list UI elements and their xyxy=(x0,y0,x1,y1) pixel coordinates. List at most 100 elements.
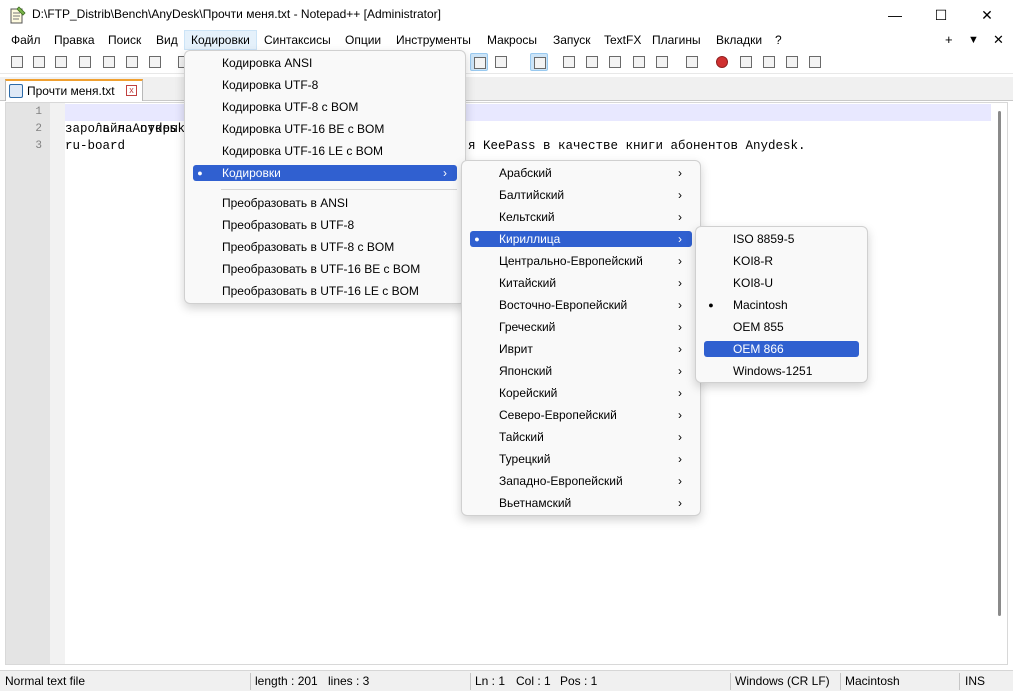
charset-item-вьетнамский[interactable]: Вьетнамский › xyxy=(470,495,692,511)
minimize-button[interactable]: — xyxy=(872,0,918,30)
close-all-icon[interactable] xyxy=(123,53,141,71)
close-document-icon[interactable]: ✕ xyxy=(993,30,1004,50)
menu-синтаксисы[interactable]: Синтаксисы xyxy=(258,30,337,50)
charset-item-арабский-label: Арабский xyxy=(499,166,552,180)
cyrillic-item-oem-866[interactable]: OEM 866 xyxy=(704,341,859,357)
close-icon[interactable] xyxy=(100,53,118,71)
new-file-icon[interactable] xyxy=(8,53,26,71)
play-macro-icon[interactable] xyxy=(760,53,778,71)
tab-close-icon[interactable]: x xyxy=(126,85,137,96)
encoding-item-5[interactable]: ● Кодировки › xyxy=(193,165,457,181)
menu-[interactable]: ? xyxy=(769,30,788,50)
radio-bullet-icon: ● xyxy=(708,300,714,310)
maximize-button[interactable]: ☐ xyxy=(918,0,964,30)
charset-item-греческий[interactable]: Греческий › xyxy=(470,319,692,335)
menu-макросы[interactable]: Макросы xyxy=(481,30,543,50)
menu-файл[interactable]: Файл xyxy=(5,30,47,50)
monitoring-icon[interactable] xyxy=(630,53,648,71)
vertical-scrollbar[interactable] xyxy=(998,111,1001,616)
menu-плагины[interactable]: Плагины xyxy=(646,30,707,50)
print-icon[interactable] xyxy=(146,53,164,71)
charset-item-северо-европейский[interactable]: Северо-Европейский › xyxy=(470,407,692,423)
doc-map-icon[interactable] xyxy=(560,53,578,71)
encoding-menu: Кодировка ANSI Кодировка UTF-8 Кодировка U… xyxy=(184,50,466,304)
convert-item-2[interactable]: Преобразовать в UTF-8 с BOM xyxy=(193,239,457,255)
convert-item-3[interactable]: Преобразовать в UTF-16 BE с BOM xyxy=(193,261,457,277)
menu-поиск[interactable]: Поиск xyxy=(102,30,147,50)
menu-bar: Файл Правка Поиск Вид Кодировки Синтаксисы Опц… xyxy=(0,30,1013,50)
encoding-item-0[interactable]: Кодировка ANSI xyxy=(193,55,457,71)
tab-bar: Прочти меня.txt x xyxy=(0,77,1013,101)
menu-вкладки[interactable]: Вкладки xyxy=(710,30,768,50)
spell-check-icon[interactable] xyxy=(683,53,701,71)
charset-item-кириллица[interactable]: ● Кириллица › xyxy=(470,231,692,247)
charset-item-японский[interactable]: Японский › xyxy=(470,363,692,379)
encoding-item-3[interactable]: Кодировка UTF-16 BE с BOM xyxy=(193,121,457,137)
charset-item-балтийский[interactable]: Балтийский › xyxy=(470,187,692,203)
charset-item-корейский[interactable]: Корейский › xyxy=(470,385,692,401)
save-icon[interactable] xyxy=(52,53,70,71)
tab-list-icon[interactable]: ▼ xyxy=(968,30,979,50)
charset-item-арабский[interactable]: Арабский › xyxy=(470,165,692,181)
convert-item-0[interactable]: Преобразовать в ANSI xyxy=(193,195,457,211)
encoding-item-3-label: Кодировка UTF-16 BE с BOM xyxy=(222,122,385,136)
status-encoding[interactable]: Macintosh xyxy=(845,671,900,691)
convert-item-4[interactable]: Преобразовать в UTF-16 LE с BOM xyxy=(193,283,457,299)
charset-item-восточно-европейский[interactable]: Восточно-Европейский › xyxy=(470,297,692,313)
word-wrap-icon[interactable] xyxy=(470,53,488,71)
cyrillic-item-koi8-u[interactable]: KOI8-U xyxy=(704,275,859,291)
close-button[interactable]: ✕ xyxy=(964,0,1010,30)
menu-вид[interactable]: Вид xyxy=(150,30,184,50)
cyrillic-item-iso-8859-5[interactable]: ISO 8859-5 xyxy=(704,231,859,247)
cyrillic-item-oem-855[interactable]: OEM 855 xyxy=(704,319,859,335)
function-list-icon[interactable] xyxy=(583,53,601,71)
cyrillic-item-windows-1251-label: Windows-1251 xyxy=(733,364,813,378)
save-macro-icon[interactable] xyxy=(806,53,824,71)
open-file-icon[interactable] xyxy=(30,53,48,71)
record-macro-icon[interactable] xyxy=(713,53,731,71)
line-number-gutter: 1 2 3 xyxy=(6,103,50,664)
cyrillic-item-windows-1251[interactable]: Windows-1251 xyxy=(704,363,859,379)
status-insert-mode[interactable]: INS xyxy=(965,671,985,691)
document-tab[interactable]: Прочти меня.txt x xyxy=(5,79,143,101)
charset-item-китайский[interactable]: Китайский › xyxy=(470,275,692,291)
status-lines: lines : 3 xyxy=(328,674,370,688)
run-macro-multiple-icon[interactable] xyxy=(783,53,801,71)
save-all-icon[interactable] xyxy=(76,53,94,71)
radio-bullet-icon: ● xyxy=(197,168,203,178)
charset-item-центрально-европейский[interactable]: Центрально-Европейский › xyxy=(470,253,692,269)
charset-item-тайский[interactable]: Тайский › xyxy=(470,429,692,445)
menu-textfx[interactable]: TextFX xyxy=(598,30,647,50)
menu-инструменты[interactable]: Инструменты xyxy=(390,30,477,50)
convert-item-2-label: Преобразовать в UTF-8 с BOM xyxy=(222,240,395,254)
menu-опции[interactable]: Опции xyxy=(339,30,387,50)
cyrillic-item-macintosh[interactable]: ● Macintosh xyxy=(704,297,859,313)
convert-item-1[interactable]: Преобразовать в UTF-8 xyxy=(193,217,457,233)
charset-item-турецкий[interactable]: Турецкий › xyxy=(470,451,692,467)
charset-item-греческий-label: Греческий xyxy=(499,320,556,334)
charset-item-западно-европейский[interactable]: Западно-Европейский › xyxy=(470,473,692,489)
menu-кодировки[interactable]: Кодировки xyxy=(184,30,257,50)
stop-macro-icon[interactable] xyxy=(737,53,755,71)
new-tab-icon[interactable]: + xyxy=(945,30,953,50)
folder-workspace-icon[interactable] xyxy=(606,53,624,71)
charset-item-центрально-европейский-label: Центрально-Европейский xyxy=(499,254,643,268)
encoding-item-2[interactable]: Кодировка UTF-8 с BOM xyxy=(193,99,457,115)
submenu-arrow-icon: › xyxy=(678,342,682,356)
launch-icon[interactable] xyxy=(653,53,671,71)
show-all-chars-icon[interactable] xyxy=(492,53,510,71)
charset-item-иврит[interactable]: Иврит › xyxy=(470,341,692,357)
cyrillic-item-oem-866-label: OEM 866 xyxy=(733,342,784,356)
encoding-item-4[interactable]: Кодировка UTF-16 LE с BOM xyxy=(193,143,457,159)
status-eol[interactable]: Windows (CR LF) xyxy=(735,671,830,691)
charset-item-иврит-label: Иврит xyxy=(499,342,533,356)
menu-правка[interactable]: Правка xyxy=(48,30,101,50)
charset-item-кельтский[interactable]: Кельтский › xyxy=(470,209,692,225)
charset-item-кельтский-label: Кельтский xyxy=(499,210,555,224)
indent-guide-icon[interactable] xyxy=(530,53,548,71)
status-column: Col : 1 xyxy=(516,674,551,688)
encoding-item-1[interactable]: Кодировка UTF-8 xyxy=(193,77,457,93)
menu-запуск[interactable]: Запуск xyxy=(547,30,597,50)
charset-submenu: Арабский › Балтийский › Кельтский › ● Кириллица… xyxy=(461,160,701,516)
cyrillic-item-koi8-r[interactable]: KOI8-R xyxy=(704,253,859,269)
